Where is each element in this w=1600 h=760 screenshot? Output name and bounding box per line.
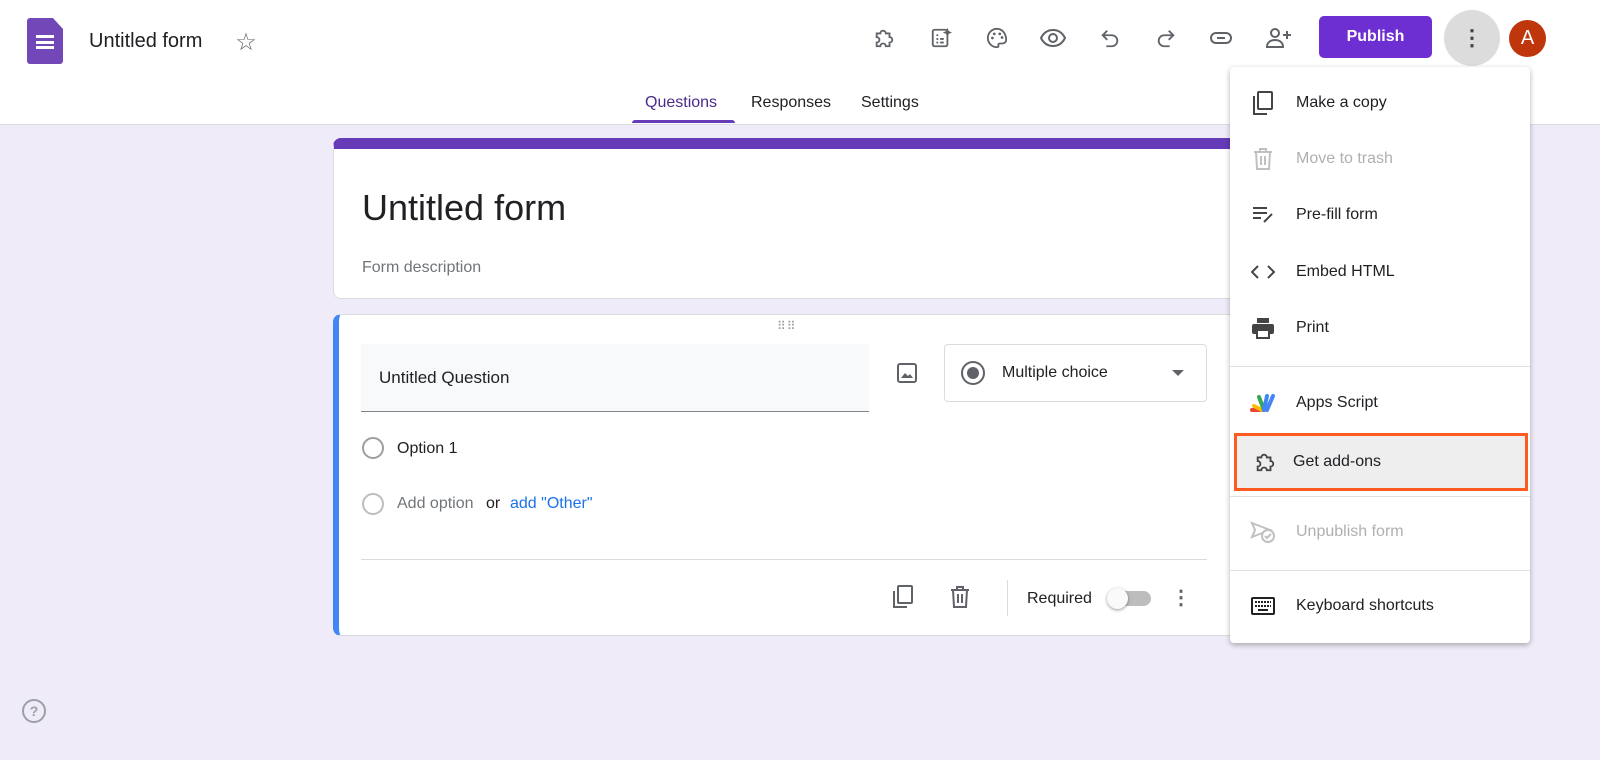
add-option-radio	[362, 493, 384, 515]
star-icon[interactable]: ☆	[232, 28, 260, 56]
menu-item-apps-script[interactable]: Apps Script	[1230, 375, 1530, 431]
ai-form-icon[interactable]	[927, 24, 955, 52]
menu-item-move-to-trash[interactable]: Move to trash	[1230, 131, 1530, 187]
menu-divider	[1230, 570, 1530, 571]
question-title-input[interactable]: Untitled Question	[361, 344, 869, 412]
copy-icon	[1230, 91, 1296, 115]
footer-divider	[361, 559, 1207, 560]
menu-item-label: Apps Script	[1296, 394, 1378, 411]
print-icon	[1230, 317, 1296, 339]
more-options-menu: Make a copy Move to trash Pre-fill form …	[1230, 67, 1530, 643]
question-card: ⠿⠿ Untitled Question Multiple choice Opt…	[333, 314, 1268, 636]
menu-item-label: Embed HTML	[1296, 263, 1395, 280]
active-tab-indicator	[632, 120, 735, 123]
question-title: Untitled Question	[379, 368, 510, 387]
trash-icon	[1230, 148, 1296, 170]
help-icon[interactable]: ?	[22, 699, 46, 723]
menu-item-embed-html[interactable]: Embed HTML	[1230, 244, 1530, 300]
tab-responses[interactable]: Responses	[751, 94, 831, 112]
menu-item-label: Unpublish form	[1296, 523, 1404, 540]
addons-icon	[1237, 451, 1293, 473]
menu-item-keyboard-shortcuts[interactable]: Keyboard shortcuts	[1230, 578, 1530, 634]
delete-icon[interactable]	[946, 583, 974, 611]
menu-item-get-add-ons[interactable]: Get add-ons	[1234, 433, 1528, 491]
or-text: or	[486, 495, 501, 512]
question-type-label: Multiple choice	[1002, 364, 1108, 381]
menu-item-print[interactable]: Print	[1230, 300, 1530, 356]
menu-item-make-a-copy[interactable]: Make a copy	[1230, 75, 1530, 131]
apps-script-icon	[1230, 392, 1296, 414]
forms-logo-icon[interactable]	[27, 18, 63, 64]
addons-icon[interactable]	[870, 24, 898, 52]
question-more-icon[interactable]: ⋮	[1171, 583, 1191, 611]
menu-item-label: Make a copy	[1296, 94, 1387, 111]
code-icon	[1230, 264, 1296, 280]
add-option-link[interactable]: Add option	[397, 495, 474, 513]
form-title-card: Untitled form Form description	[333, 138, 1268, 299]
keyboard-icon	[1230, 597, 1296, 615]
add-collaborator-icon[interactable]	[1264, 24, 1294, 52]
link-icon[interactable]	[1207, 24, 1237, 52]
undo-icon[interactable]	[1096, 24, 1124, 52]
required-label: Required	[1027, 590, 1092, 607]
redo-icon[interactable]	[1152, 24, 1180, 52]
option-1-label[interactable]: Option 1	[397, 440, 457, 458]
menu-item-unpublish-form[interactable]: Unpublish form	[1230, 504, 1530, 560]
menu-divider	[1230, 496, 1530, 497]
radio-type-icon	[961, 361, 985, 385]
avatar[interactable]: A	[1509, 20, 1546, 57]
menu-item-label: Print	[1296, 319, 1329, 336]
menu-item-pre-fill-form[interactable]: Pre-fill form	[1230, 187, 1530, 243]
menu-item-label: Keyboard shortcuts	[1296, 597, 1434, 614]
more-options-button[interactable]: ⋮	[1444, 10, 1500, 66]
form-description-input[interactable]: Form description	[362, 259, 481, 277]
menu-item-label: Move to trash	[1296, 150, 1393, 167]
required-toggle[interactable]	[1107, 588, 1151, 609]
question-type-dropdown[interactable]: Multiple choice	[944, 344, 1207, 402]
footer-vertical-divider	[1007, 580, 1008, 616]
drag-handle-icon[interactable]: ⠿⠿	[777, 319, 797, 333]
option-radio[interactable]	[362, 437, 384, 459]
duplicate-icon[interactable]	[889, 583, 917, 611]
chevron-down-icon	[1172, 370, 1184, 376]
palette-icon[interactable]	[983, 24, 1011, 52]
add-image-icon[interactable]	[894, 360, 920, 386]
document-title[interactable]: Untitled form	[89, 30, 202, 53]
publish-button[interactable]: Publish	[1319, 16, 1432, 58]
unpublish-icon	[1230, 521, 1296, 543]
form-title[interactable]: Untitled form	[362, 187, 566, 229]
menu-divider	[1230, 366, 1530, 367]
preview-icon[interactable]	[1039, 24, 1067, 52]
tab-settings[interactable]: Settings	[861, 94, 919, 112]
menu-item-label: Pre-fill form	[1296, 206, 1378, 223]
menu-item-label: Get add-ons	[1293, 453, 1382, 470]
tab-questions[interactable]: Questions	[645, 94, 717, 112]
add-other-link[interactable]: add "Other"	[510, 495, 593, 513]
prefill-icon	[1230, 206, 1296, 224]
